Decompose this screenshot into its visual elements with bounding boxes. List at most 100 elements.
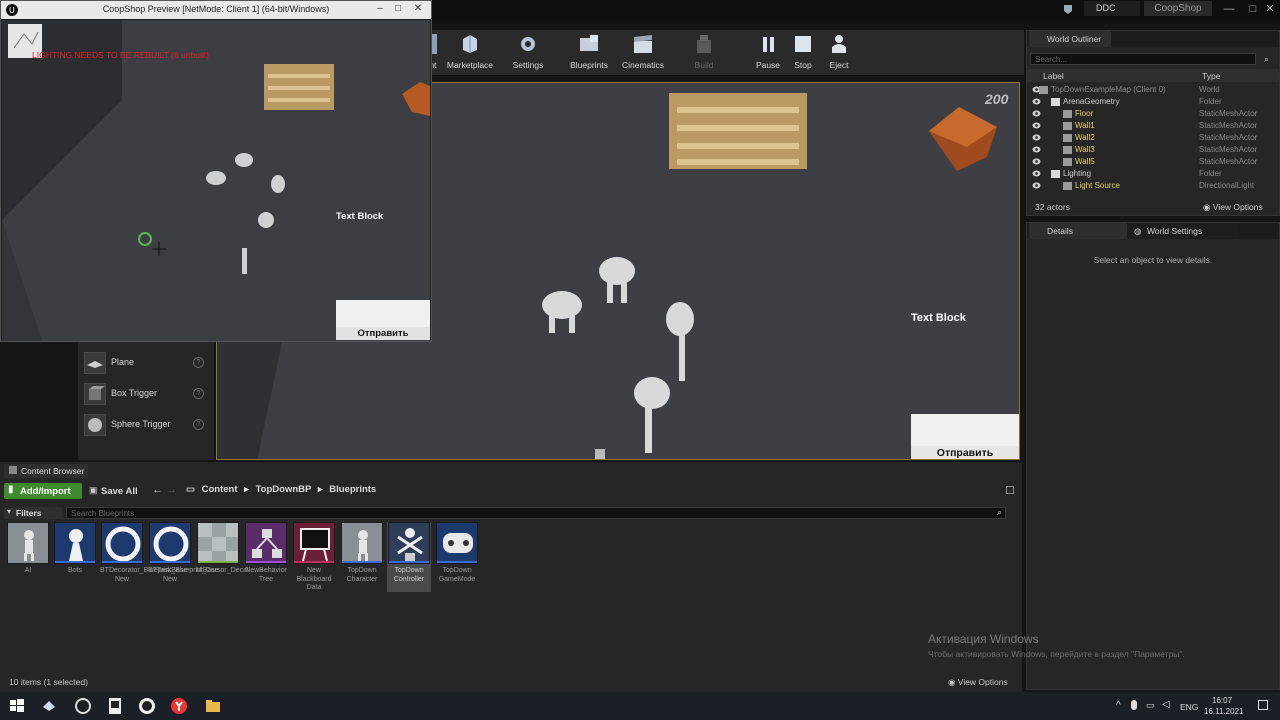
preview-window[interactable]: U CoopShop Preview [NetMode: Client 1] (…: [0, 0, 432, 342]
volume-icon[interactable]: ◁: [1162, 699, 1170, 710]
yandex-browser-icon[interactable]: [170, 697, 188, 715]
label-column-header[interactable]: Label: [1043, 71, 1064, 81]
pause-button[interactable]: Pause: [752, 34, 784, 74]
filters-button[interactable]: ▾ Filters: [4, 507, 62, 519]
visibility-eye-icon[interactable]: [1032, 158, 1041, 165]
asset-tile[interactable]: TopDown Character: [340, 522, 384, 584]
outliner-row[interactable]: Wall5 StaticMeshActor: [1027, 156, 1279, 168]
save-all-button[interactable]: ▣ Save All: [88, 483, 144, 499]
blueprints-button[interactable]: Blueprints: [566, 34, 612, 74]
outliner-tab-label: World Outliner: [1047, 34, 1102, 44]
cinematics-label: Cinematics: [621, 60, 665, 70]
network-icon[interactable]: ▭: [1146, 700, 1155, 711]
stop-icon: [792, 34, 814, 54]
asset-tile[interactable]: AI: [6, 522, 50, 576]
taskbar-time[interactable]: 16:07: [1212, 696, 1232, 705]
content-browser-tab[interactable]: Content Browser: [4, 464, 88, 478]
outliner-row[interactable]: TopDownExampleMap (Client 0) World: [1027, 84, 1279, 96]
visibility-eye-icon[interactable]: [1032, 170, 1041, 177]
preview-send-button[interactable]: Отправить: [336, 300, 430, 340]
place-item-box-trigger[interactable]: Box Trigger ?: [84, 381, 208, 409]
outliner-row[interactable]: Lighting Folder: [1027, 168, 1279, 180]
unreal-engine-icon[interactable]: [138, 697, 156, 715]
help-icon[interactable]: ?: [193, 357, 204, 368]
outliner-row[interactable]: Light Source DirectionalLight: [1027, 180, 1279, 192]
lock-icon[interactable]: [1006, 486, 1014, 494]
eject-button[interactable]: Eject: [824, 34, 854, 74]
preview-text-block: Text Block: [336, 211, 384, 222]
marketplace-button[interactable]: Marketplace: [444, 34, 496, 74]
outliner-search-input[interactable]: Search... ⌕: [1030, 53, 1269, 65]
sphere-trigger-icon: [84, 414, 106, 436]
source-control-icon[interactable]: [1062, 3, 1074, 15]
tab-world-outliner[interactable]: World Outliner: [1029, 31, 1112, 47]
steam-icon[interactable]: [40, 697, 58, 715]
preview-minimize-button[interactable]: –: [373, 3, 387, 17]
preview-maximize-button[interactable]: □: [391, 3, 405, 17]
cinematics-button[interactable]: Cinematics: [620, 34, 666, 74]
folder-icon: [1051, 170, 1060, 178]
preview-close-button[interactable]: ✕: [411, 3, 425, 17]
outliner-row[interactable]: Wall3 StaticMeshActor: [1027, 144, 1279, 156]
asset-tile[interactable]: M_Cursor_Decal: [196, 522, 249, 576]
microphone-icon[interactable]: [1131, 700, 1137, 710]
asset-tile[interactable]: TopDown Controller: [387, 522, 431, 592]
tray-chevron-icon[interactable]: ^: [1116, 700, 1121, 711]
history-forward-button[interactable]: →: [166, 484, 177, 496]
obs-icon[interactable]: [74, 697, 92, 715]
visibility-eye-icon[interactable]: [1032, 122, 1041, 129]
preview-viewport[interactable]: LIGHTING NEEDS TO BE REBUILT (6 unbuilt)…: [2, 20, 430, 341]
settings-button[interactable]: Settings: [506, 34, 550, 74]
directional-light-icon: [1063, 182, 1072, 190]
outliner-view-options-button[interactable]: ◉ View Options: [1203, 202, 1263, 213]
help-icon[interactable]: ?: [193, 388, 204, 399]
content-view-options-button[interactable]: ◉ View Options: [948, 677, 1008, 688]
outliner-row[interactable]: Wall1 StaticMeshActor: [1027, 120, 1279, 132]
taskbar-date[interactable]: 16.11.2021: [1204, 707, 1243, 716]
visibility-eye-icon[interactable]: [1032, 98, 1041, 105]
epic-games-icon[interactable]: [106, 697, 124, 715]
asset-tile[interactable]: NewBehavior Tree: [244, 522, 288, 584]
breadcrumb-topdownbp[interactable]: TopDownBP: [256, 484, 312, 495]
activation-watermark-subtitle: Чтобы активировать Windows, перейдите в …: [928, 649, 1185, 659]
place-item-sphere-trigger[interactable]: Sphere Trigger ?: [84, 412, 208, 440]
ddc-indicator[interactable]: DDC: [1084, 1, 1140, 16]
windows-start-icon[interactable]: [8, 697, 26, 715]
preview-title-bar[interactable]: U CoopShop Preview [NetMode: Client 1] (…: [1, 1, 431, 19]
asset-tile[interactable]: BTTask_BlueprintBase New: [148, 522, 219, 584]
visibility-eye-icon[interactable]: [1032, 134, 1041, 141]
project-name-label: CoopShop: [1154, 3, 1202, 14]
visibility-eye-icon[interactable]: [1032, 182, 1041, 189]
stop-button[interactable]: Stop: [788, 34, 818, 74]
tab-details[interactable]: Details: [1029, 223, 1127, 239]
ring-icon: [149, 522, 191, 564]
help-icon[interactable]: ?: [193, 419, 204, 430]
breadcrumb-blueprints[interactable]: Blueprints: [329, 484, 376, 495]
close-button[interactable]: ✕: [1260, 0, 1280, 18]
outliner-row[interactable]: Wall2 StaticMeshActor: [1027, 132, 1279, 144]
minimize-button[interactable]: —: [1216, 0, 1242, 18]
build-button[interactable]: Build: [682, 34, 726, 74]
outliner-row-type: Folder: [1199, 97, 1222, 106]
file-explorer-icon[interactable]: [204, 697, 222, 715]
history-back-button[interactable]: ←: [152, 484, 163, 496]
outliner-row-label: TopDownExampleMap (Client 0): [1051, 85, 1166, 94]
notification-icon[interactable]: [1258, 700, 1268, 710]
visibility-eye-icon[interactable]: [1032, 146, 1041, 153]
asset-search-input[interactable]: Search Blueprints ⌕: [66, 507, 1006, 519]
add-import-button[interactable]: ▮ Add/Import: [4, 483, 82, 499]
asset-tile[interactable]: New Blackboard Data: [292, 522, 336, 593]
tab-world-settings[interactable]: ◍ World Settings: [1129, 223, 1237, 239]
outliner-row[interactable]: ArenaGeometry Folder: [1027, 96, 1279, 108]
breadcrumb-content[interactable]: Content: [202, 484, 238, 495]
asset-tile[interactable]: TopDown GameMode: [435, 522, 479, 584]
type-column-header[interactable]: Type: [1202, 71, 1220, 81]
language-indicator[interactable]: ENG: [1180, 702, 1198, 712]
viewport-send-button[interactable]: Отправить: [911, 414, 1019, 459]
visibility-eye-icon[interactable]: [1032, 110, 1041, 117]
asset-tile[interactable]: BTDecorator_BlueprintBase New: [100, 522, 187, 584]
outliner-row[interactable]: Floor StaticMeshActor: [1027, 108, 1279, 120]
place-item-plane[interactable]: Plane ?: [84, 350, 208, 378]
marketplace-icon: [459, 34, 481, 54]
asset-tile[interactable]: Bots: [53, 522, 97, 576]
